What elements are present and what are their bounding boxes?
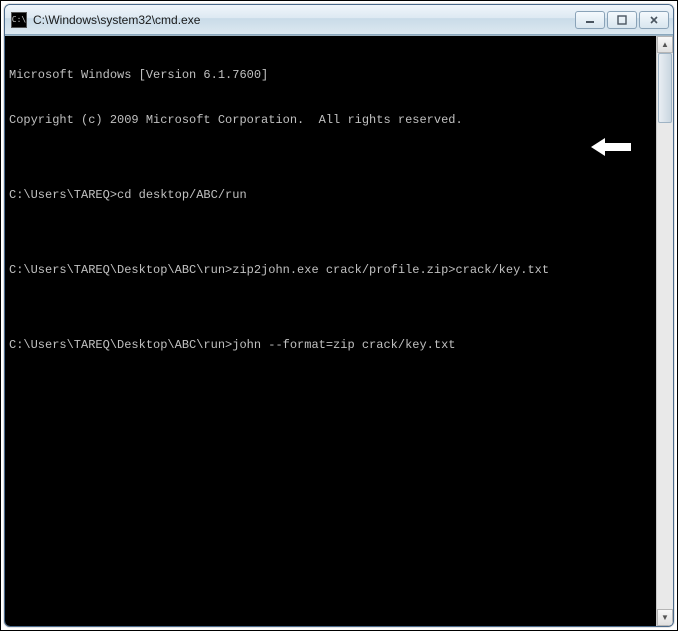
cmd-app-icon-label: C:\ [12,15,26,24]
minimize-button[interactable] [575,11,605,29]
scroll-up-button[interactable]: ▲ [657,36,673,53]
minimize-icon [585,15,595,25]
terminal-line: C:\Users\TAREQ\Desktop\ABC\run>zip2john.… [9,263,652,278]
chevron-up-icon: ▲ [661,40,669,49]
close-button[interactable] [639,11,669,29]
terminal-line: Copyright (c) 2009 Microsoft Corporation… [9,113,652,128]
maximize-button[interactable] [607,11,637,29]
scrollbar-thumb[interactable] [658,53,672,123]
cmd-window: C:\ C:\Windows\system32\cmd.exe Microsof… [4,4,674,627]
chevron-down-icon: ▼ [661,613,669,622]
client-area: Microsoft Windows [Version 6.1.7600] Cop… [5,35,673,626]
close-icon [649,15,659,25]
window-title: C:\Windows\system32\cmd.exe [33,13,573,27]
cmd-app-icon: C:\ [11,12,27,28]
terminal-output[interactable]: Microsoft Windows [Version 6.1.7600] Cop… [5,36,656,626]
terminal-line: Microsoft Windows [Version 6.1.7600] [9,68,652,83]
terminal-line: C:\Users\TAREQ>cd desktop/ABC/run [9,188,652,203]
annotation-arrow-icon [533,123,631,176]
scrollbar-track[interactable] [657,53,673,609]
window-controls [573,11,669,29]
titlebar[interactable]: C:\ C:\Windows\system32\cmd.exe [5,5,673,35]
maximize-icon [617,15,627,25]
terminal-line: C:\Users\TAREQ\Desktop\ABC\run>john --fo… [9,338,652,353]
scroll-down-button[interactable]: ▼ [657,609,673,626]
vertical-scrollbar[interactable]: ▲ ▼ [656,36,673,626]
